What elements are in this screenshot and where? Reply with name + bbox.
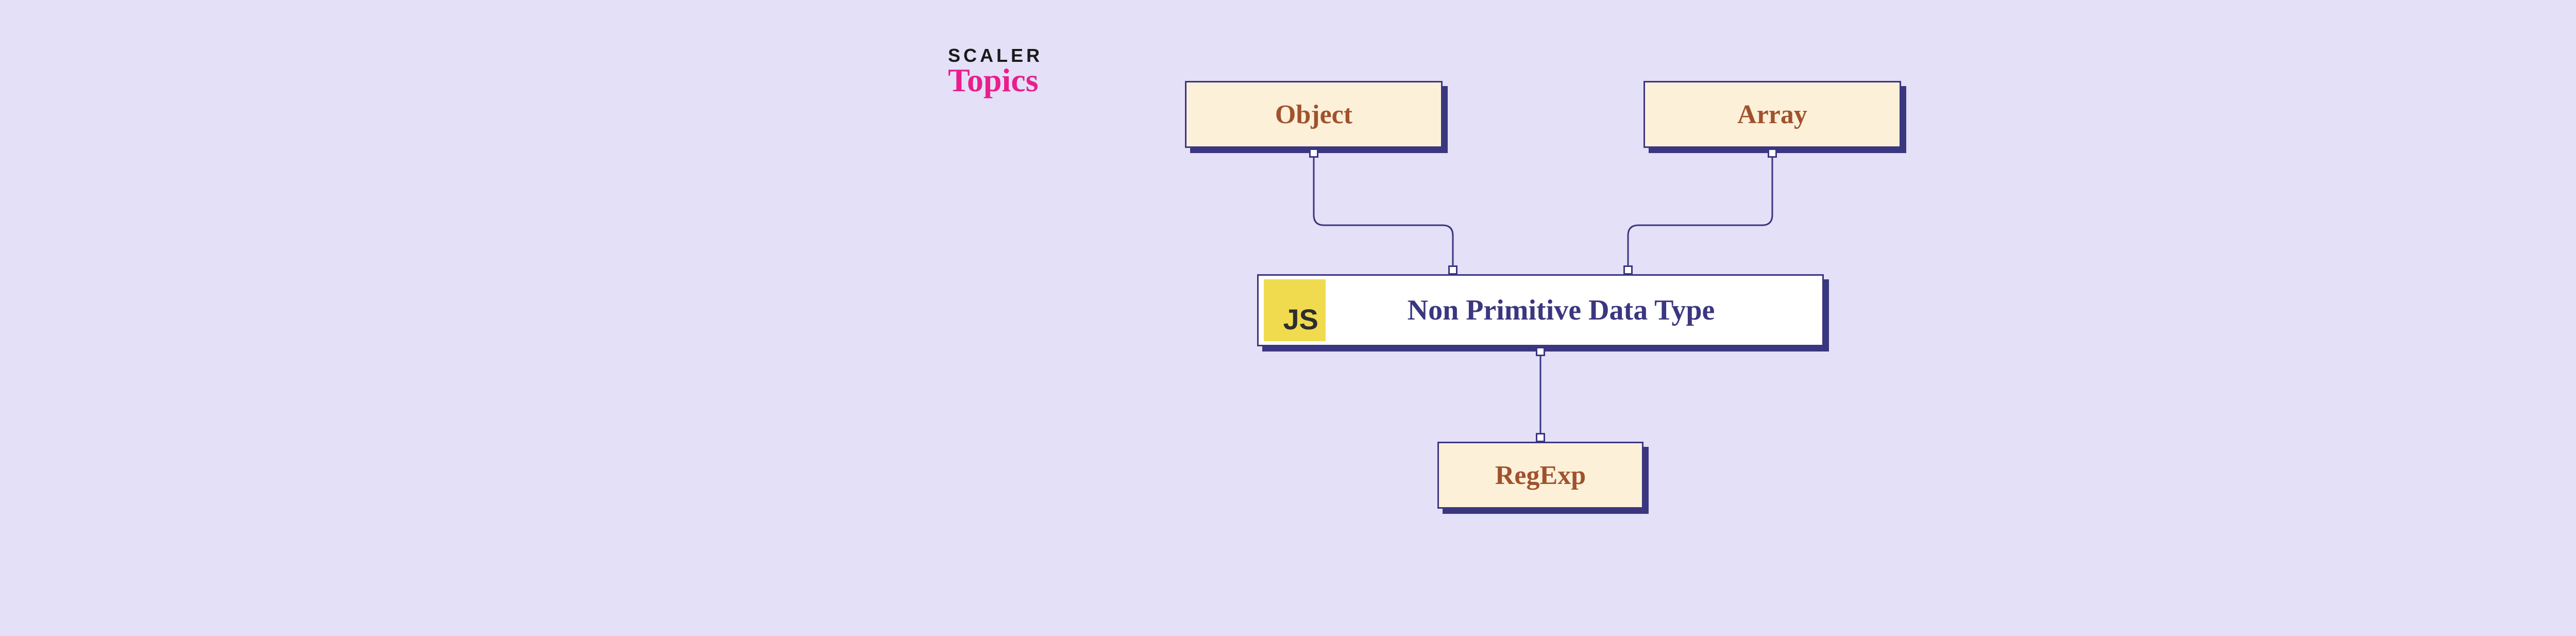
node-object: Object (1185, 81, 1443, 148)
port-regexp-top (1536, 433, 1545, 442)
node-array: Array (1643, 81, 1901, 148)
node-regexp-label: RegExp (1495, 460, 1586, 491)
node-object-label: Object (1275, 99, 1352, 130)
node-main-label: Non Primitive Data Type (1331, 294, 1822, 327)
port-main-top-left (1448, 265, 1458, 275)
js-badge-text: JS (1283, 303, 1319, 336)
node-main: JS Non Primitive Data Type (1257, 274, 1824, 346)
data-type-diagram: Object Array JS Non Primitive Data Type … (1144, 71, 1968, 586)
node-regexp: RegExp (1437, 442, 1643, 509)
port-main-bottom (1536, 347, 1545, 356)
port-object-bottom (1309, 148, 1318, 158)
scaler-topics-logo: SCALER Topics (948, 45, 1043, 99)
diagram-canvas: SCALER Topics Object Array JS Non Primit… (927, 35, 2164, 601)
port-array-bottom (1768, 148, 1777, 158)
logo-line-2: Topics (948, 61, 1043, 99)
js-logo-badge: JS (1264, 279, 1326, 341)
node-array-label: Array (1737, 99, 1807, 130)
port-main-top-right (1623, 265, 1633, 275)
